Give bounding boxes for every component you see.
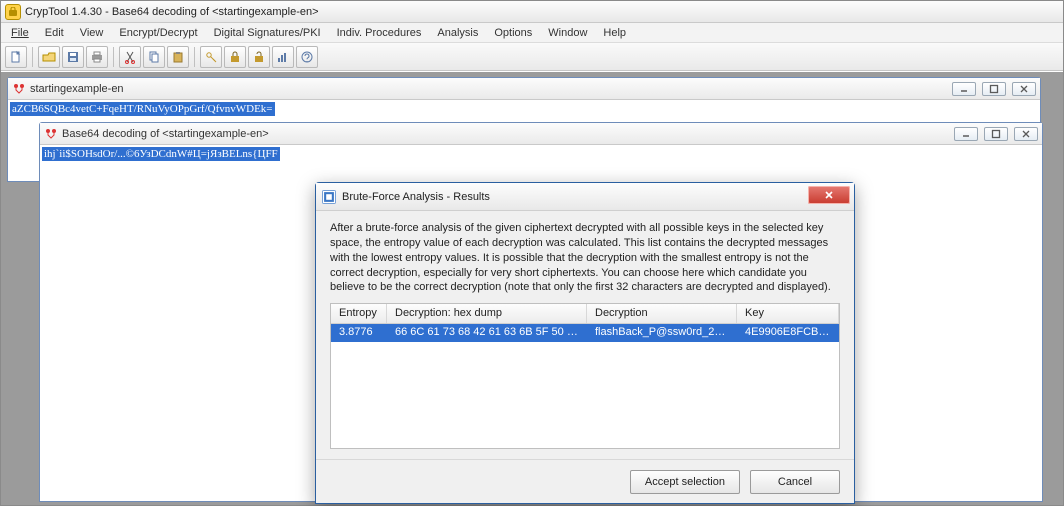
toolbar	[1, 43, 1063, 71]
minimize-button[interactable]	[954, 127, 978, 141]
col-key[interactable]: Key	[737, 304, 839, 323]
dialog-description: After a brute-force analysis of the give…	[330, 221, 840, 295]
tb-print[interactable]	[86, 46, 108, 68]
doc-window-title: startingexample-en	[30, 83, 946, 95]
cell-key: 4E9906E8FCB66CC9FA...	[737, 324, 839, 342]
col-decryption[interactable]: Decryption	[587, 304, 737, 323]
dialog-icon	[322, 190, 336, 204]
tb-unlock[interactable]	[248, 46, 270, 68]
tb-save[interactable]	[62, 46, 84, 68]
col-hex[interactable]: Decryption: hex dump	[387, 304, 587, 323]
minimize-button[interactable]	[952, 82, 976, 96]
menu-indiv-procedures[interactable]: Indiv. Procedures	[329, 23, 430, 42]
grid-header: Entropy Decryption: hex dump Decryption …	[331, 304, 839, 324]
menu-help[interactable]: Help	[595, 23, 634, 42]
maximize-button[interactable]	[984, 127, 1008, 141]
tb-about[interactable]	[296, 46, 318, 68]
menu-edit[interactable]: Edit	[37, 23, 72, 42]
tb-sep	[194, 47, 195, 67]
col-entropy[interactable]: Entropy	[331, 304, 387, 323]
dialog-close-button[interactable]	[808, 186, 850, 204]
cell-hex: 66 6C 61 73 68 42 61 63 6B 5F 50 4...	[387, 324, 587, 342]
menu-window[interactable]: Window	[540, 23, 595, 42]
titlebar: CrypTool 1.4.30 - Base64 decoding of <st…	[1, 1, 1063, 23]
menu-digital-signatures[interactable]: Digital Signatures/PKI	[206, 23, 329, 42]
grid-row[interactable]: 3.8776 66 6C 61 73 68 42 61 63 6B 5F 50 …	[331, 324, 839, 342]
cancel-button[interactable]: Cancel	[750, 470, 840, 494]
tb-cut[interactable]	[119, 46, 141, 68]
app-title: CrypTool 1.4.30 - Base64 decoding of <st…	[25, 6, 319, 18]
app-icon	[5, 4, 21, 20]
tb-new[interactable]	[5, 46, 27, 68]
tb-open[interactable]	[38, 46, 60, 68]
dialog-title: Brute-Force Analysis - Results	[342, 191, 490, 203]
menu-view[interactable]: View	[72, 23, 112, 42]
maximize-button[interactable]	[982, 82, 1006, 96]
doc-icon	[12, 82, 26, 96]
menu-file[interactable]: File	[3, 23, 37, 42]
cell-decryption: flashBack_P@ssw0rd_2008_........	[587, 324, 737, 342]
tb-lock[interactable]	[224, 46, 246, 68]
tb-sep	[32, 47, 33, 67]
dialog-footer: Accept selection Cancel	[316, 459, 854, 503]
menubar: File Edit View Encrypt/Decrypt Digital S…	[1, 23, 1063, 43]
tb-sep	[113, 47, 114, 67]
dialog-titlebar[interactable]: Brute-Force Analysis - Results	[316, 183, 854, 211]
menu-encrypt-decrypt[interactable]: Encrypt/Decrypt	[111, 23, 205, 42]
doc-content-selected[interactable]: ihj`ii$SOHsdOr/...©6УзDCdnW#Ц=jЯзBELns{Ц…	[42, 147, 280, 161]
tb-paste[interactable]	[167, 46, 189, 68]
tb-copy[interactable]	[143, 46, 165, 68]
cell-entropy: 3.8776	[331, 324, 387, 342]
menu-options[interactable]: Options	[486, 23, 540, 42]
doc-icon	[44, 127, 58, 141]
doc-window-title: Base64 decoding of <startingexample-en>	[62, 128, 948, 140]
accept-selection-button[interactable]: Accept selection	[630, 470, 740, 494]
doc-content-selected[interactable]: aZCB6SQBc4vetC+FqeHT/RNuVyOPpGrf/QfvnvWD…	[10, 102, 275, 116]
results-grid[interactable]: Entropy Decryption: hex dump Decryption …	[330, 303, 840, 449]
tb-histogram[interactable]	[272, 46, 294, 68]
menu-analysis[interactable]: Analysis	[429, 23, 486, 42]
close-button[interactable]	[1014, 127, 1038, 141]
bruteforce-results-dialog: Brute-Force Analysis - Results After a b…	[315, 182, 855, 504]
doc-window-titlebar[interactable]: startingexample-en	[8, 78, 1040, 100]
dialog-body: After a brute-force analysis of the give…	[316, 211, 854, 459]
doc-window-titlebar[interactable]: Base64 decoding of <startingexample-en>	[40, 123, 1042, 145]
close-button[interactable]	[1012, 82, 1036, 96]
tb-key[interactable]	[200, 46, 222, 68]
